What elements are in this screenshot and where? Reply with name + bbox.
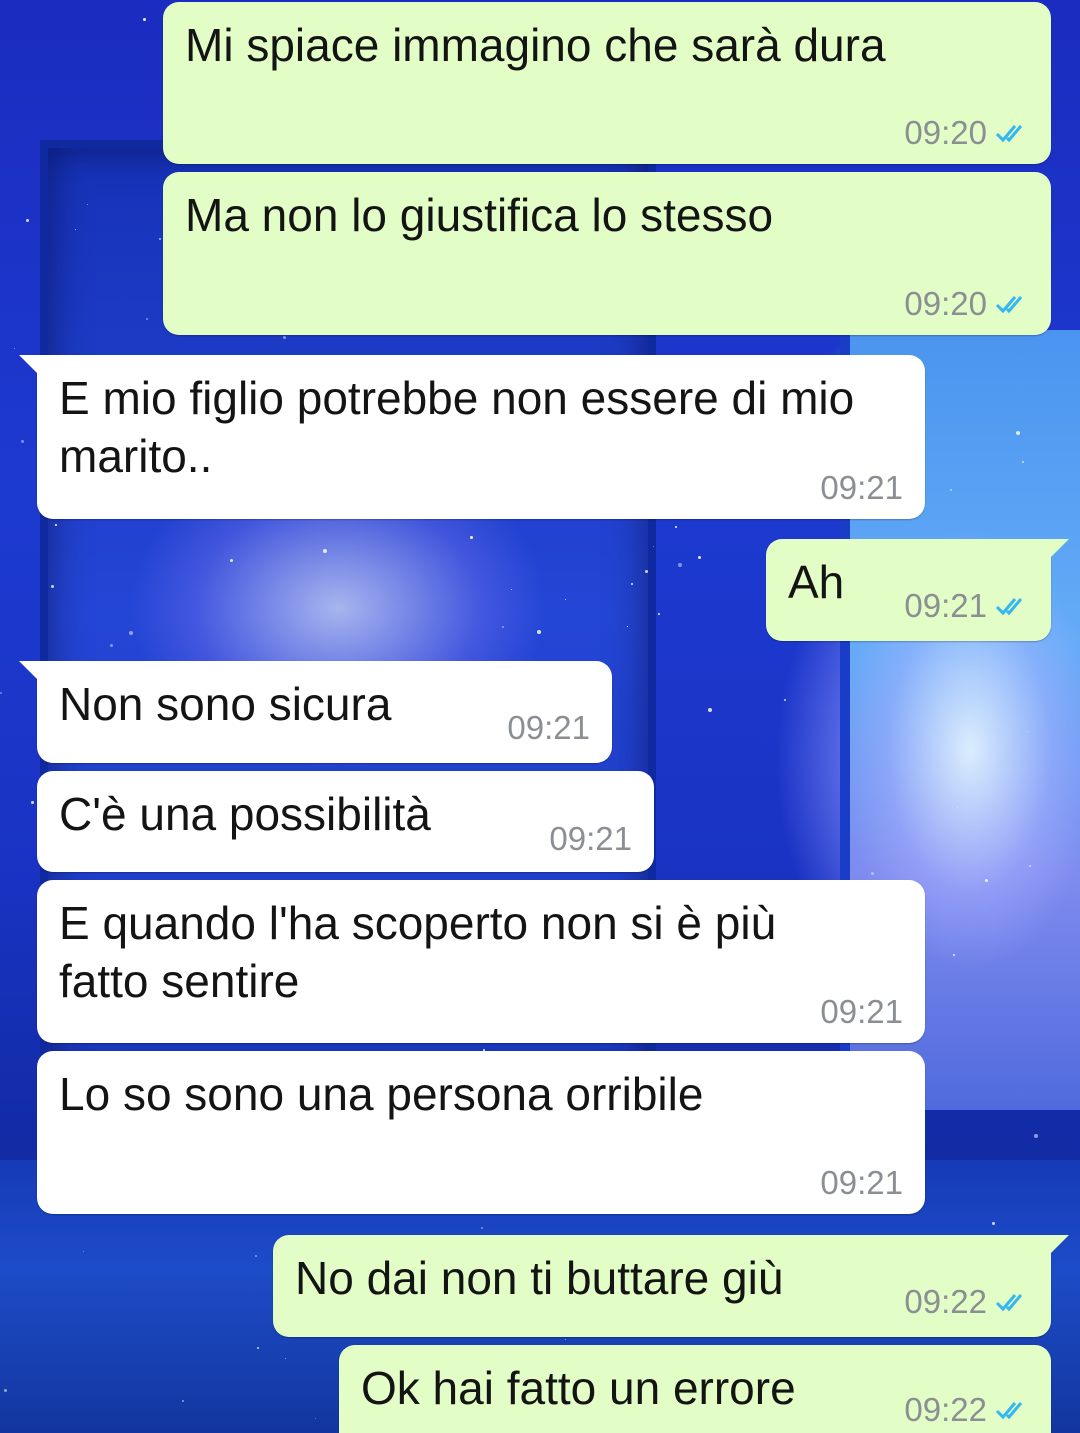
message-text: E quando l'ha scoperto non si è più fatt… (59, 897, 777, 1007)
double-check-read-icon (995, 125, 1023, 143)
message-time: 09:21 (507, 709, 590, 746)
message-meta: 09:21 (904, 587, 1029, 625)
message-meta: 09:21 (820, 469, 903, 507)
message-meta: 09:21 (820, 993, 903, 1031)
message-time: 09:22 (904, 1391, 987, 1428)
message-meta: 09:20 (904, 114, 1029, 152)
message-text: C'è una possibilità (59, 788, 431, 840)
double-check-read-icon (995, 598, 1023, 616)
message-bubble-outgoing[interactable]: No dai non ti buttare giù 09:22 (273, 1235, 1069, 1337)
message-bubble-outgoing[interactable]: Ma non lo giustifica lo stesso 09:20 (163, 172, 1051, 335)
message-text: Mi spiace immagino che sarà dura (185, 19, 886, 71)
message-meta: 09:21 (507, 709, 590, 747)
bubble-tail (19, 355, 37, 373)
message-meta: 09:22 (904, 1391, 1029, 1429)
message-text: E mio figlio potrebbe non essere di mio … (59, 372, 855, 482)
message-bubble-outgoing[interactable]: Ah 09:21 (766, 539, 1069, 641)
message-time: 09:21 (904, 587, 987, 624)
message-time: 09:20 (904, 285, 987, 322)
message-time: 09:20 (904, 114, 987, 151)
message-time: 09:21 (820, 1164, 903, 1201)
message-time: 09:21 (820, 469, 903, 506)
double-check-read-icon (995, 1294, 1023, 1312)
message-bubble-outgoing[interactable]: Ok hai fatto un errore 09:22 (339, 1345, 1051, 1433)
message-bubble-incoming[interactable]: E mio figlio potrebbe non essere di mio … (19, 355, 925, 519)
bubble-tail (19, 661, 37, 679)
message-bubble-incoming[interactable]: C'è una possibilità 09:21 (37, 771, 654, 872)
message-text: Lo so sono una persona orribile (59, 1068, 704, 1120)
message-time: 09:21 (549, 820, 632, 857)
message-bubble-outgoing[interactable]: Mi spiace immagino che sarà dura 09:20 (163, 2, 1051, 164)
bubble-tail (1051, 1235, 1069, 1253)
message-bubble-incoming[interactable]: E quando l'ha scoperto non si è più fatt… (37, 880, 925, 1043)
double-check-read-icon (995, 1402, 1023, 1420)
message-meta: 09:21 (549, 820, 632, 858)
message-meta: 09:20 (904, 285, 1029, 323)
message-meta: 09:22 (904, 1283, 1029, 1321)
message-time: 09:21 (820, 993, 903, 1030)
message-time: 09:22 (904, 1283, 987, 1320)
message-bubble-incoming[interactable]: Lo so sono una persona orribile 09:21 (37, 1051, 925, 1214)
message-bubble-incoming[interactable]: Non sono sicura 09:21 (19, 661, 612, 763)
bubble-tail (1051, 539, 1069, 557)
double-check-read-icon (995, 296, 1023, 314)
message-meta: 09:21 (820, 1164, 903, 1202)
message-text: Ma non lo giustifica lo stesso (185, 189, 774, 241)
message-list[interactable]: Mi spiace immagino che sarà dura 09:20 M… (0, 0, 1080, 1433)
